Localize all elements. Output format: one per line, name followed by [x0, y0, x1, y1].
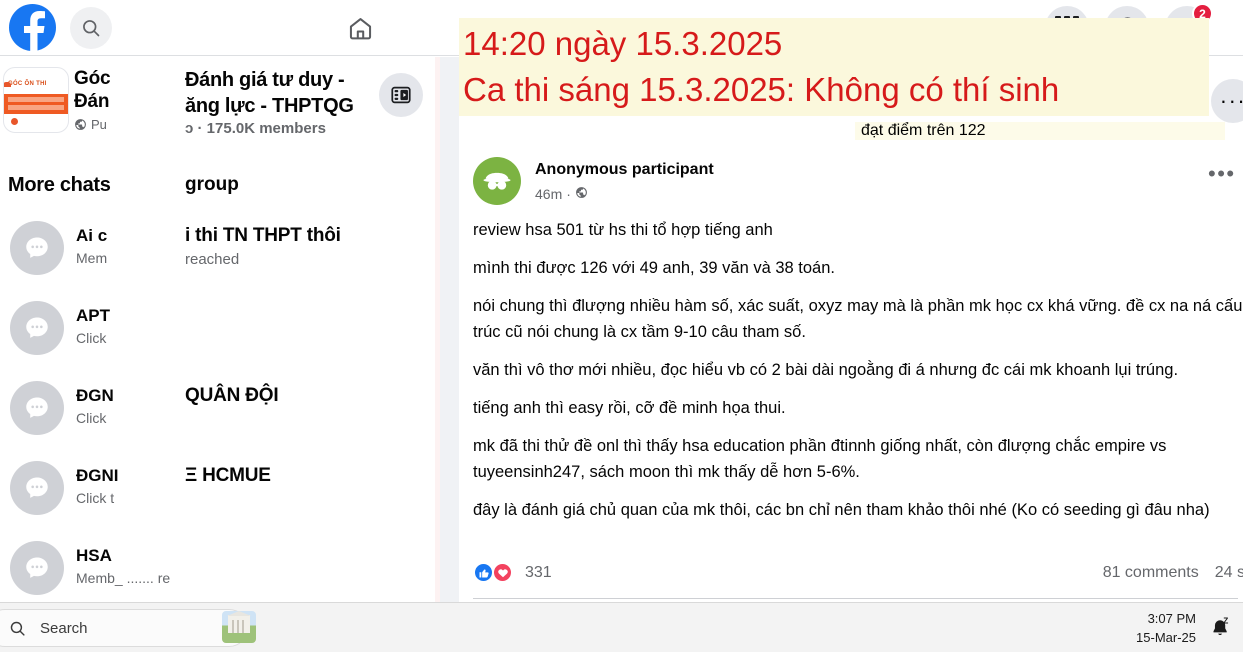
screen: 2 GÓC ÔN THI Góc Đán Pu More chats Ai c … [0, 0, 1243, 652]
post-paragraph: đây là đánh giá chủ quan của mk thôi, cá… [473, 501, 1210, 519]
chat-item-subtitle: Click [76, 410, 107, 426]
group-title-line1: Đánh giá tư duy - [185, 69, 345, 91]
chat-item-subtitle: Click t [76, 490, 115, 506]
more-chats-heading: More chats [8, 174, 111, 196]
column-divider [435, 57, 459, 602]
search-placeholder: Search [40, 619, 88, 637]
group-title-line2: ăng lực - THPTQG [185, 95, 354, 117]
comments-count[interactable]: 81 comments [1103, 564, 1199, 582]
chat-list: Ai c Mem APT Click ĐGN Click ĐGNI Click … [0, 212, 170, 602]
annotation-line-1: 14:20 ngày 15.3.2025 [463, 25, 783, 62]
chat-sidebar: GÓC ÔN THI Góc Đán Pu More chats Ai c Me… [0, 57, 170, 602]
clock-date: 15-Mar-25 [1136, 630, 1196, 645]
chat-list-item[interactable]: APT Click [0, 292, 170, 372]
chat-avatar-icon [10, 221, 64, 275]
post-time-value: 46m [535, 186, 563, 202]
engagement-counts: 81 comments 24 share [1103, 564, 1243, 582]
annotation-line-3: đạt điểm trên 122 [861, 122, 986, 139]
group-panel-icon[interactable] [379, 73, 423, 117]
post-engagement-bar: 331 81 comments 24 share [473, 557, 1243, 599]
reaction-summary[interactable]: 331 [473, 562, 552, 583]
group-column: Đánh giá tư duy - ăng lực - THPTQG ɔ · 1… [170, 57, 435, 602]
reaction-count: 331 [525, 563, 552, 581]
divider-edge [435, 57, 440, 602]
group-thumb-label: GÓC ÔN THI [4, 81, 47, 87]
chat-item-title: ĐGNI [76, 466, 119, 485]
post-author-name[interactable]: Anonymous participant [535, 161, 714, 179]
group-thumb-band [4, 94, 68, 114]
building-column [242, 620, 244, 633]
group-name-line1: Góc [74, 68, 111, 89]
like-icon [473, 562, 494, 583]
search-icon [9, 620, 26, 637]
search-input[interactable]: Search [0, 609, 248, 647]
group-privacy: Pu [74, 117, 107, 132]
group-thumb-dot [11, 118, 18, 125]
chat-item-title: ĐGN [76, 386, 114, 405]
annotation-overlay-line3: đạt điểm trên 122 [855, 122, 1225, 140]
chat-item-title: APT [76, 306, 110, 325]
chat-item-title: Ai c [76, 226, 108, 245]
group-members-count: ɔ · 175.0K members [185, 120, 326, 137]
more-options-button[interactable]: ··· [1211, 79, 1243, 123]
chat-avatar-icon [10, 541, 64, 595]
engagement-divider [473, 598, 1238, 599]
post-paragraph: nói chung thì đlượng nhiều hàm số, xác s… [473, 297, 1243, 341]
building-thumbnail[interactable] [222, 611, 256, 643]
chat-avatar-icon [10, 461, 64, 515]
post-paragraph: tiếng anh thì easy rồi, cỡ đề minh họa t… [473, 399, 786, 417]
group-row-title[interactable]: Ξ HCMUE [185, 465, 271, 487]
search-icon[interactable] [70, 7, 112, 49]
time-separator: · [566, 186, 571, 202]
post-paragraph: mình thi được 126 với 49 anh, 39 văn và … [473, 259, 835, 277]
building-column [237, 620, 239, 633]
annotation-overlay: 14:20 ngày 15.3.2025 Ca thi sáng 15.3.20… [459, 18, 1209, 116]
shares-count[interactable]: 24 share [1215, 564, 1243, 582]
sidebar-group-header[interactable]: GÓC ÔN THI Góc Đán Pu [0, 57, 170, 137]
chat-item-subtitle: Memb_ ....... reached [76, 570, 170, 586]
do-not-disturb-bell-icon[interactable]: Z [1210, 616, 1232, 643]
annotation-line-2: Ca thi sáng 15.3.2025: Không có thí sinh [463, 71, 1060, 108]
globe-icon [575, 186, 588, 202]
post-paragraph: review hsa 501 từ hs thi tổ hợp tiếng an… [473, 221, 773, 239]
group-row-title[interactable]: QUÂN ĐỘI [185, 385, 279, 407]
chat-list-item[interactable]: HSA Memb_ ....... reached [0, 532, 170, 602]
group-name: Góc Đán [74, 67, 170, 113]
post-paragraph: mk đã thi thử đề onl thì thấy hsa educat… [473, 437, 1167, 481]
building-column [232, 620, 234, 633]
love-icon [492, 562, 513, 583]
post-timestamp: 46m · [535, 186, 588, 202]
group-word-label: group [185, 174, 239, 195]
svg-text:Z: Z [1223, 616, 1228, 625]
chat-item-title: HSA [76, 546, 112, 565]
chat-list-item[interactable]: ĐGNI Click t [0, 452, 170, 532]
windows-taskbar: Search 3:07 PM 15-Mar-25 Z [0, 602, 1243, 652]
post-paragraph: văn thì vô thơ mới nhiều, đọc hiểu vb có… [473, 361, 1179, 379]
taskbar-clock[interactable]: 3:07 PM 15-Mar-25 [1136, 609, 1196, 647]
globe-icon [74, 118, 87, 131]
post-text: review hsa 501 từ hs thi tổ hợp tiếng an… [473, 217, 1243, 535]
chat-avatar-icon [10, 381, 64, 435]
home-icon[interactable] [338, 6, 382, 50]
group-row-title[interactable]: i thi TN THPT thôi [185, 225, 341, 247]
group-name-line2: Đán [74, 91, 110, 112]
group-row-subtitle: reached [185, 251, 240, 268]
chat-item-subtitle: Mem [76, 250, 108, 266]
post-menu-icon[interactable]: ••• [1208, 163, 1236, 185]
group-title: Đánh giá tư duy - ăng lực - THPTQG [185, 67, 385, 119]
chat-list-item[interactable]: ĐGN Click [0, 372, 170, 452]
chat-item-subtitle: Click [76, 330, 107, 346]
avatar[interactable] [473, 157, 521, 205]
clock-time: 3:07 PM [1147, 611, 1196, 626]
chat-avatar-icon [10, 301, 64, 355]
facebook-logo-icon[interactable] [9, 4, 56, 51]
group-thumbnail-icon: GÓC ÔN THI [3, 67, 69, 133]
chat-list-item[interactable]: Ai c Mem [0, 212, 170, 292]
group-privacy-label: Pu [91, 117, 107, 132]
